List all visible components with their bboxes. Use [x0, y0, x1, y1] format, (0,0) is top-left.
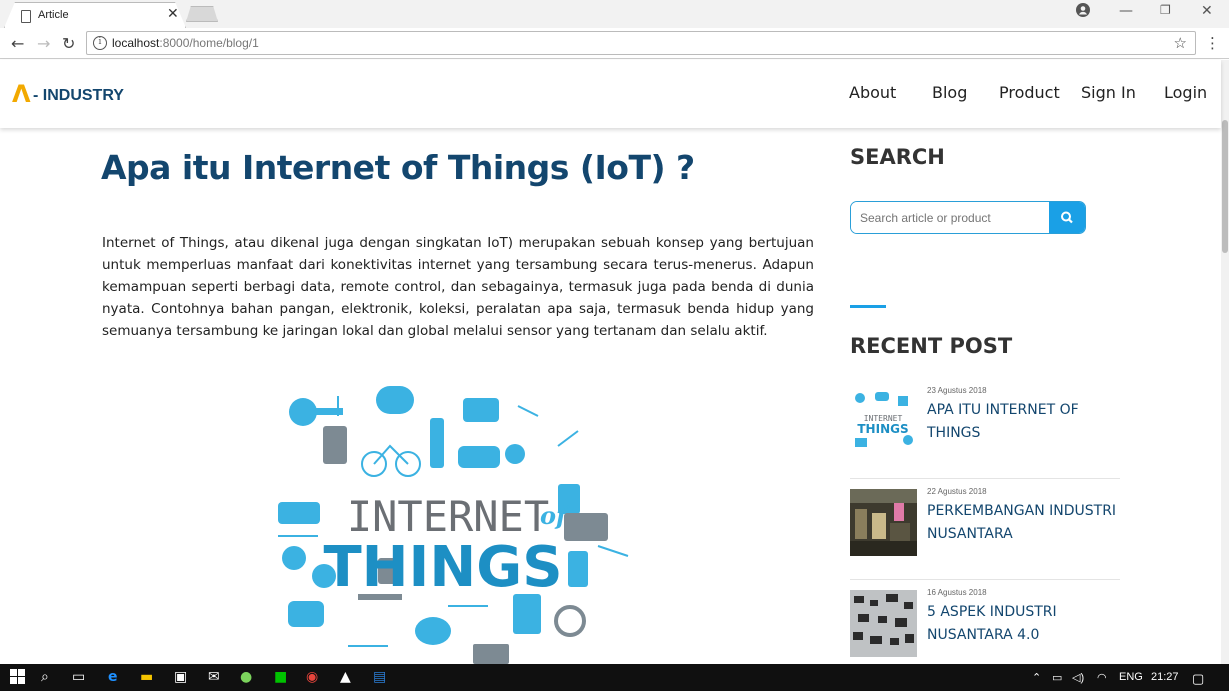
- clock[interactable]: 21:27: [1151, 671, 1179, 683]
- language-indicator[interactable]: ENG: [1119, 671, 1143, 683]
- post-date: 16 Agustus 2018: [927, 588, 987, 597]
- minimize-icon[interactable]: —: [1119, 3, 1133, 19]
- search-heading: SEARCH: [850, 145, 945, 169]
- battery-icon[interactable]: ▭: [1052, 671, 1062, 684]
- new-tab-button[interactable]: [186, 6, 218, 22]
- volume-icon[interactable]: ◁): [1072, 671, 1084, 684]
- browser-tab-strip: Article ✕ — ❐ ✕: [0, 0, 1229, 28]
- search-input[interactable]: [851, 202, 1050, 233]
- logo-mark[interactable]: Λ: [12, 80, 31, 108]
- nav-sign-in[interactable]: Sign In: [1081, 83, 1136, 102]
- iot-illustration: INTERNET of THINGS: [258, 376, 648, 664]
- logo-text[interactable]: - INDUSTRY: [33, 87, 124, 105]
- nav-login[interactable]: Login: [1164, 83, 1207, 102]
- scrollbar-thumb[interactable]: [1222, 120, 1228, 253]
- browser-toolbar: ← → ↻ i localhost:8000/home/blog/1 ☆ ⋮: [0, 28, 1229, 59]
- image-text-internet: INTERNET: [347, 492, 549, 541]
- info-icon[interactable]: i: [93, 36, 107, 50]
- post-divider: [850, 478, 1120, 479]
- windows-taskbar: ⌕ ▭ e ▬ ▣ ✉ ● ■ ◉ ▲ ▤ ⌃ ▭ ◁) ◠ ENG 21:27…: [0, 664, 1229, 691]
- close-tab-icon[interactable]: ✕: [167, 6, 179, 22]
- edge-icon[interactable]: e: [108, 669, 118, 685]
- recent-post-item[interactable]: INTERNET THINGS 23 Agustus 2018 APA ITU …: [850, 383, 1120, 463]
- app-green-icon[interactable]: ●: [240, 669, 252, 685]
- forward-icon[interactable]: →: [37, 34, 50, 53]
- nav-about[interactable]: About: [849, 83, 896, 102]
- page-icon: [21, 10, 31, 23]
- post-thumbnail[interactable]: [850, 489, 917, 556]
- recent-post-item[interactable]: 16 Agustus 2018 5 ASPEK INDUSTRI NUSANTA…: [850, 585, 1120, 664]
- svg-text:THINGS: THINGS: [857, 422, 908, 436]
- search-button[interactable]: [1049, 202, 1085, 233]
- post-thumbnail[interactable]: INTERNET THINGS: [850, 388, 917, 455]
- post-date: 23 Agustus 2018: [927, 386, 987, 395]
- image-text-things: THINGS: [323, 535, 562, 600]
- photos-icon[interactable]: ▲: [340, 669, 351, 685]
- post-divider: [850, 579, 1120, 580]
- word-icon[interactable]: ▤: [373, 669, 386, 685]
- nav-product[interactable]: Product: [999, 83, 1060, 102]
- mail-icon[interactable]: ✉: [208, 669, 220, 685]
- chrome-icon[interactable]: ◉: [306, 669, 318, 685]
- page-scrollbar[interactable]: [1221, 60, 1229, 664]
- task-view-icon[interactable]: ▭: [72, 669, 85, 685]
- restore-icon[interactable]: ❐: [1160, 3, 1171, 17]
- post-title[interactable]: PERKEMBANGAN INDUSTRI NUSANTARA: [927, 500, 1117, 546]
- search-taskbar-icon[interactable]: ⌕: [41, 669, 49, 685]
- url-text: localhost:8000/home/blog/1: [112, 36, 259, 50]
- wifi-icon[interactable]: ◠: [1097, 671, 1107, 684]
- reload-icon[interactable]: ↻: [62, 34, 75, 53]
- back-icon[interactable]: ←: [11, 34, 24, 53]
- close-window-icon[interactable]: ✕: [1201, 3, 1213, 19]
- section-accent-line: [850, 305, 886, 308]
- bookmark-star-icon[interactable]: ☆: [1174, 34, 1187, 52]
- profile-icon[interactable]: [1076, 3, 1090, 21]
- windows-start-icon[interactable]: [10, 669, 25, 688]
- file-explorer-icon[interactable]: ▬: [140, 669, 153, 685]
- post-title[interactable]: 5 ASPEK INDUSTRI NUSANTARA 4.0: [927, 601, 1117, 647]
- article-body: Internet of Things, atau dikenal juga de…: [102, 235, 814, 339]
- image-text-of: of: [540, 501, 570, 530]
- tray-chevron-icon[interactable]: ⌃: [1032, 671, 1041, 684]
- post-date: 22 Agustus 2018: [927, 487, 987, 496]
- site-header: Λ - INDUSTRY About Blog Product Sign In …: [0, 60, 1221, 128]
- store-icon[interactable]: ▣: [174, 669, 187, 685]
- recent-post-heading: RECENT POST: [850, 334, 1013, 358]
- nav-blog[interactable]: Blog: [932, 83, 967, 102]
- article-title: Apa itu Internet of Things (IoT) ?: [101, 148, 695, 187]
- menu-kebab-icon[interactable]: ⋮: [1205, 34, 1220, 52]
- search-form: [850, 201, 1086, 234]
- post-title[interactable]: APA ITU INTERNET OF THINGS: [927, 399, 1117, 445]
- main-content: Apa itu Internet of Things (IoT) ? Inter…: [0, 128, 1221, 664]
- address-bar[interactable]: i localhost:8000/home/blog/1 ☆: [86, 31, 1196, 55]
- search-icon: [1061, 211, 1073, 224]
- post-thumbnail[interactable]: [850, 590, 917, 657]
- line-app-icon[interactable]: ■: [274, 669, 287, 685]
- browser-tab[interactable]: Article ✕: [4, 2, 186, 28]
- tab-title: Article: [38, 9, 69, 21]
- notifications-icon[interactable]: ▢: [1192, 671, 1204, 687]
- recent-post-item[interactable]: 22 Agustus 2018 PERKEMBANGAN INDUSTRI NU…: [850, 484, 1120, 564]
